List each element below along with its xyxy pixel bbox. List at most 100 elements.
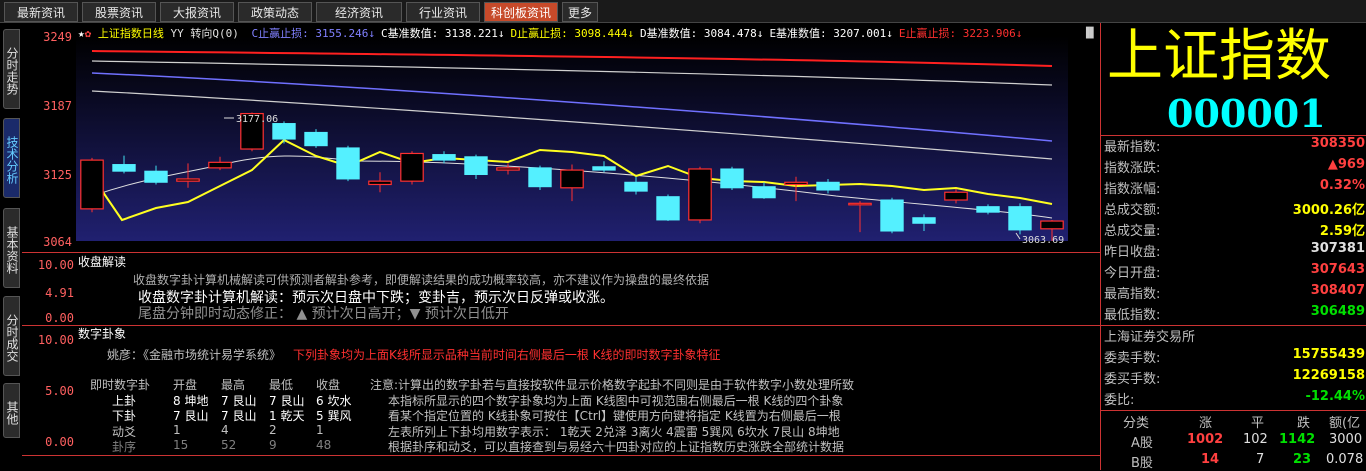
gear-icon[interactable]: ✿ <box>85 27 92 40</box>
candle-body[interactable] <box>688 168 712 221</box>
exchange-name: 上海证券交易所 <box>1104 330 1196 345</box>
candle-body[interactable] <box>208 161 232 169</box>
tab-stock-news[interactable]: 股票资讯 <box>82 2 156 22</box>
quote-row-ask-volume: 委卖手数: 15755439 <box>1104 347 1365 366</box>
candle-body[interactable] <box>464 156 488 176</box>
candle-body[interactable] <box>1040 220 1064 230</box>
panel2-title: 数字卦象 <box>78 327 127 341</box>
quote-row-change-pct: 指数涨幅: 0.32% <box>1104 178 1365 197</box>
panel1-y-tick: 10.00 <box>37 258 74 272</box>
tab-more[interactable]: 更多 <box>562 2 598 22</box>
candle-body[interactable] <box>80 159 104 210</box>
y-tick-label: 3249 <box>43 30 72 44</box>
bottom-divider <box>22 455 1100 470</box>
tab-other[interactable]: 其他 <box>3 383 20 438</box>
chart-background <box>76 36 1068 241</box>
candle-body[interactable] <box>1008 206 1032 231</box>
hexagram-cell: 52 <box>221 438 237 452</box>
candle-body[interactable] <box>816 181 840 191</box>
candle-body[interactable] <box>528 167 552 188</box>
hexagram-header: 最高 <box>221 378 246 392</box>
candle-body[interactable] <box>560 169 584 189</box>
legend-item: D基准数值: 3084.478↓ <box>639 27 764 40</box>
candle-body[interactable] <box>912 217 936 224</box>
panel1-disclaimer: 收盘数字卦计算机械解读可供预测者解卦参考，即便解读结果的成功概率较高，亦不建议作… <box>133 273 710 287</box>
candle-body[interactable] <box>400 152 424 182</box>
quote-row-latest: 最新指数: 308350 <box>1104 136 1365 155</box>
candle-body[interactable] <box>720 168 744 189</box>
panel2-source: 姚彦：《金融市场统计易学系统》 <box>107 348 282 362</box>
hexagram-note-5: 根据卦序和动爻，可以直接查到与易经六十四卦对应的上证指数历史涨跌全部统计数据 <box>388 440 845 454</box>
hexagram-cell: 1 乾天 <box>269 409 305 423</box>
legend-item: E基准数值: 3207.001↓ <box>769 27 893 40</box>
breadth-header: 平 <box>1251 416 1265 431</box>
tab-technical-analysis[interactable]: 技术分析 <box>3 118 20 198</box>
breadth-table-header: 分类 涨 平 跌 额(亿 <box>1101 410 1366 431</box>
candle-body[interactable] <box>496 167 520 171</box>
hexagram-header: 即时数字卦 <box>90 378 151 392</box>
quote-row-open: 今日开盘: 307643 <box>1104 262 1365 281</box>
hexagram-cell: 5 巽风 <box>316 409 352 423</box>
candle-body[interactable] <box>336 147 360 180</box>
hexagram-cell: 15 <box>173 438 189 452</box>
breadth-row-b: B股 14 7 23 0.078 <box>1131 452 1364 471</box>
candle-body[interactable] <box>368 180 392 186</box>
candle-body[interactable] <box>144 170 168 183</box>
candle-body[interactable] <box>976 206 1000 213</box>
index-name: 上证指数 <box>1107 24 1331 89</box>
star-icon[interactable]: ★ <box>78 27 85 40</box>
quote-row-low: 最低指数: 306489 <box>1104 304 1365 323</box>
tab-star-market-news[interactable]: 科创板资讯 <box>484 2 558 22</box>
panel2-y-tick: 5.00 <box>45 384 74 398</box>
panel2-description: 下列卦象均为上面K线所显示品种当前时间右侧最后一根 K线的即时数字卦象特征 <box>293 348 721 362</box>
breadth-header: 跌 <box>1297 416 1311 431</box>
hexagram-row-label: 卦序 <box>112 440 137 454</box>
candle-body[interactable] <box>752 186 776 199</box>
hexagram-note-1: 注意:计算出的数字卦若与直接按软件显示价格数字起卦不同则是由于软件数字小数处理所… <box>370 378 855 392</box>
indicator-legend: ★✿ 上证指数日线 YY 转向Q(0) C止赢止损: 3155.246↓ C基准数… <box>78 25 1022 41</box>
candle-body[interactable] <box>272 123 296 140</box>
candlestick-chart[interactable]: 3177.06 3063.69 <box>76 36 1076 243</box>
hexagram-cell: 7 艮山 <box>173 409 209 423</box>
high-price-label: 3177.06 <box>236 114 278 125</box>
candle-body[interactable] <box>112 164 136 172</box>
panel1-title: 收盘解读 <box>78 255 127 269</box>
chart-expand-icon[interactable]: ▐▌ <box>1082 28 1097 39</box>
panel1-correction: 尾盘分钟即时动态修正： ▲ 预计次日高开；▼ 预计次日低开 <box>138 306 509 322</box>
breadth-header: 涨 <box>1199 416 1213 431</box>
hexagram-cell: 4 <box>221 423 229 437</box>
candle-body[interactable] <box>176 178 200 182</box>
quote-row-volume: 总成交量: 2.59亿 <box>1104 224 1365 239</box>
hexagram-table: 即时数字卦 开盘 最高 最低 收盘 上卦 8 坤地 7 艮山 7 艮山 6 坎水… <box>90 376 370 456</box>
y-tick-label: 3064 <box>43 235 72 249</box>
quote-row-turnover: 总成交额: 3000.26亿 <box>1104 203 1365 218</box>
quote-row-order-ratio: 委比: -12.44% <box>1104 389 1365 408</box>
hexagram-cell: 48 <box>316 438 332 452</box>
tab-fundamentals[interactable]: 基本资料 <box>3 208 20 288</box>
tab-intraday-trades[interactable]: 分时成交 <box>3 296 20 376</box>
breadth-header: 分类 <box>1123 416 1150 431</box>
panel1-y-tick: 4.91 <box>45 286 74 300</box>
tab-economy-news[interactable]: 经济资讯 <box>316 2 402 22</box>
candle-body[interactable] <box>944 191 968 201</box>
candle-body[interactable] <box>848 202 872 206</box>
candle-body[interactable] <box>432 154 456 161</box>
candle-body[interactable] <box>880 199 904 232</box>
quote-row-bid-volume: 委买手数: 12269158 <box>1104 368 1365 387</box>
hexagram-header: 开盘 <box>173 378 198 392</box>
tab-report-news[interactable]: 大报资讯 <box>160 2 234 22</box>
tab-latest-news[interactable]: 最新资讯 <box>4 2 78 22</box>
yy-label: YY <box>170 27 184 40</box>
hexagram-header: 最低 <box>269 378 294 392</box>
tab-intraday-trend[interactable]: 分时走势 <box>3 29 20 109</box>
candle-body[interactable] <box>656 196 680 221</box>
breadth-header: 额(亿 <box>1329 416 1361 431</box>
candle-body[interactable] <box>784 181 808 186</box>
tab-policy-news[interactable]: 政策动态 <box>238 2 312 22</box>
candle-body[interactable] <box>624 181 648 192</box>
turn-label: 转向Q(0) <box>190 27 239 40</box>
candle-body[interactable] <box>592 166 616 171</box>
tab-industry-news[interactable]: 行业资讯 <box>406 2 480 22</box>
news-tab-bar: 最新资讯 股票资讯 大报资讯 政策动态 经济资讯 行业资讯 科创板资讯 更多 <box>0 0 1366 23</box>
candle-body[interactable] <box>304 131 328 147</box>
